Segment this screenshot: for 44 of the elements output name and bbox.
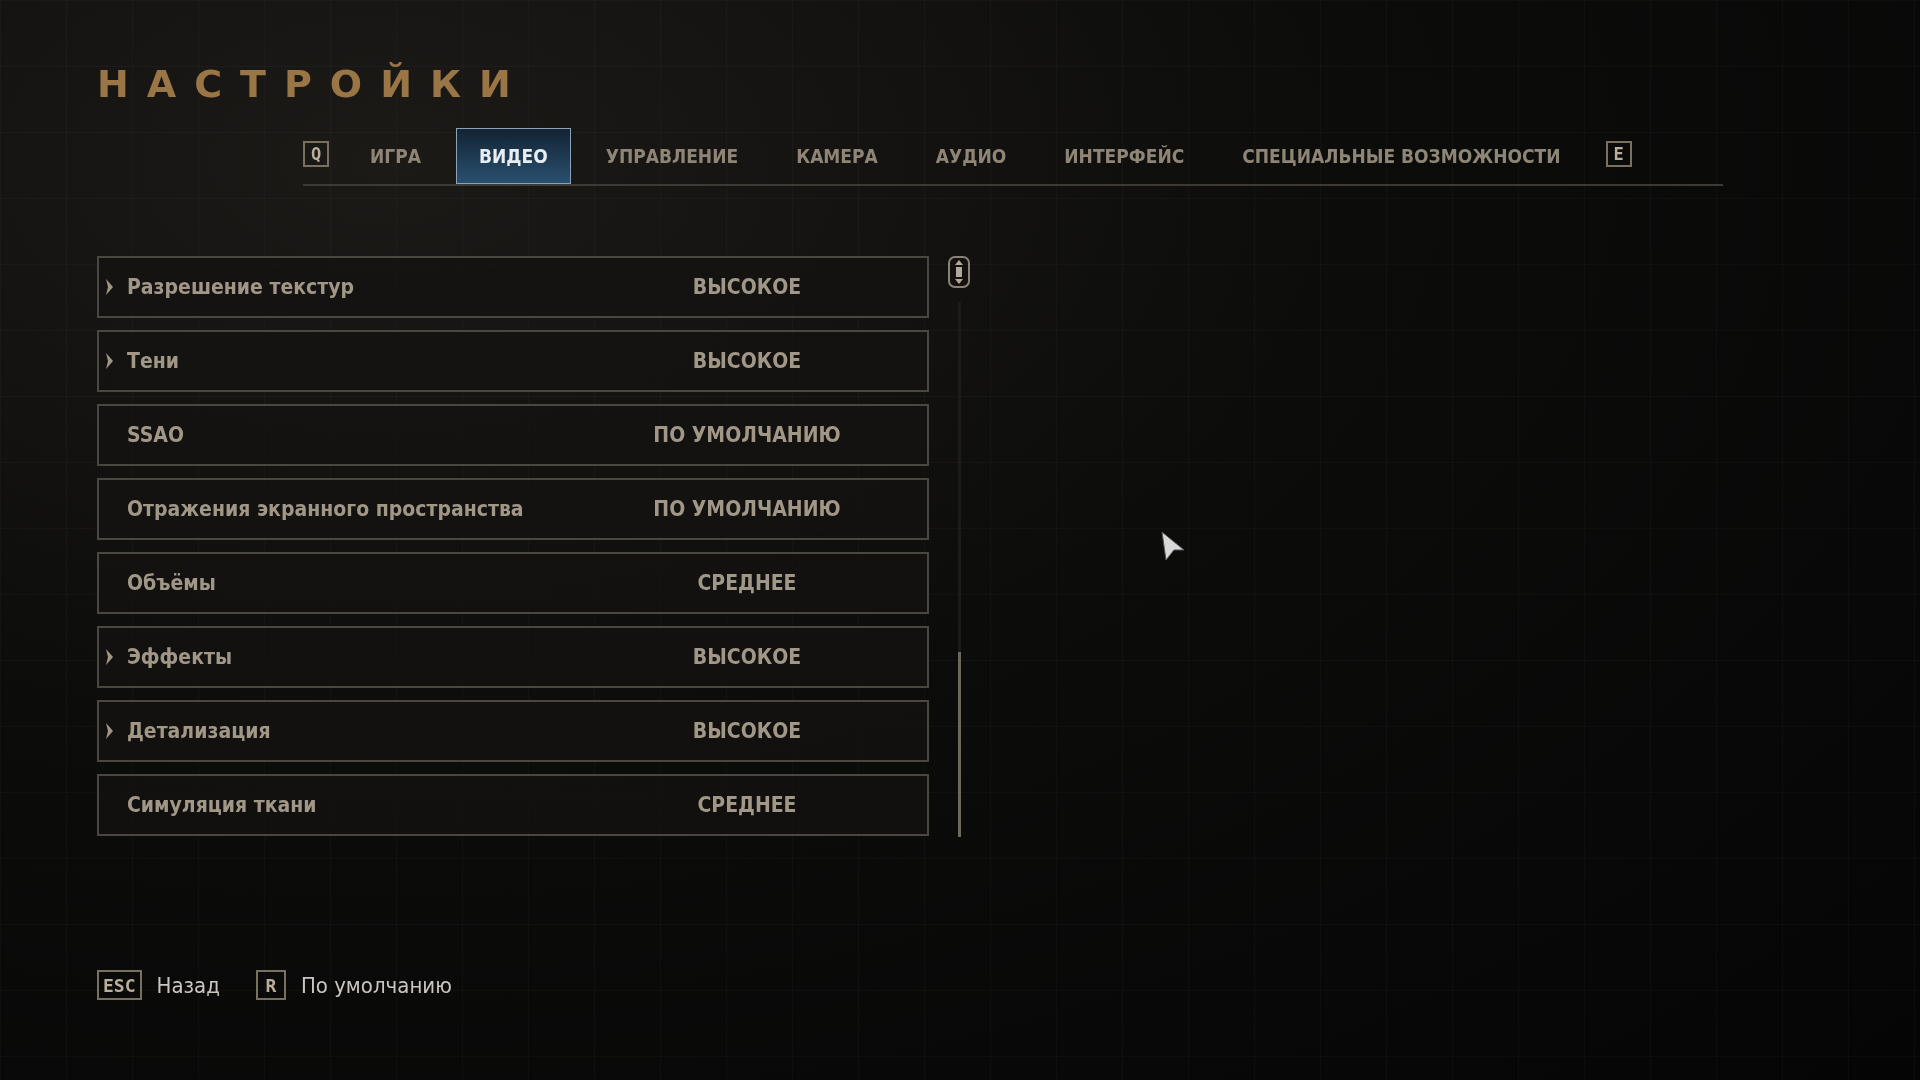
setting-row[interactable]: Симуляция ткани СРЕДНЕЕ (97, 774, 929, 836)
chevron-icon (105, 278, 115, 296)
page-title: НАСТРОЙКИ (97, 62, 529, 106)
hint-label: По умолчанию (300, 972, 452, 998)
setting-label: Эффекты (127, 645, 234, 669)
scrollbar[interactable] (957, 302, 961, 837)
setting-value: ВЫСОКОЕ (691, 719, 803, 743)
setting-value: ПО УМОЛЧАНИЮ (652, 497, 842, 521)
scroll-handle-icon[interactable] (948, 256, 970, 288)
tab[interactable]: ИГРА (347, 128, 444, 184)
setting-label: Разрешение текстур (127, 275, 356, 299)
tab[interactable]: ИНТЕРФЕЙС (1041, 128, 1208, 184)
hint-label: Назад (156, 972, 220, 998)
chevron-icon (105, 722, 115, 740)
tab[interactable]: КАМЕРА (773, 128, 901, 184)
tab[interactable]: ВИДЕО (455, 128, 571, 184)
key-hint[interactable]: E (1605, 141, 1632, 167)
tab[interactable]: АУДИО (912, 128, 1030, 184)
tab[interactable]: СПЕЦИАЛЬНЫЕ ВОЗМОЖНОСТИ (1219, 128, 1584, 184)
setting-row[interactable]: Отражения экранного пространства ПО УМОЛЧАНИЮ (97, 478, 929, 540)
key-hint[interactable]: ESC (97, 970, 142, 1000)
setting-row[interactable]: Детализация ВЫСОКОЕ (97, 700, 929, 762)
setting-row[interactable]: Объёмы СРЕДНЕЕ (97, 552, 929, 614)
setting-label: Объёмы (127, 571, 217, 595)
setting-value: ВЫСОКОЕ (691, 275, 803, 299)
key-hint[interactable]: Q (303, 141, 329, 167)
setting-value: СРЕДНЕЕ (696, 793, 798, 817)
tab[interactable]: УПРАВЛЕНИЕ (582, 128, 762, 184)
setting-row[interactable]: Разрешение текстур ВЫСОКОЕ (97, 256, 929, 318)
setting-label: SSAO (127, 423, 185, 447)
chevron-icon (105, 352, 115, 370)
setting-label: Отражения экранного пространства (127, 497, 525, 521)
setting-row[interactable]: SSAO ПО УМОЛЧАНИЮ (97, 404, 929, 466)
setting-label: Детализация (127, 719, 272, 743)
setting-row[interactable]: Тени ВЫСОКОЕ (97, 330, 929, 392)
setting-value: ВЫСОКОЕ (691, 645, 803, 669)
setting-label: Симуляция ткани (127, 793, 318, 817)
key-hint[interactable]: R (255, 970, 286, 1000)
setting-label: Тени (127, 349, 180, 373)
setting-value: ПО УМОЛЧАНИЮ (652, 423, 842, 447)
chevron-icon (105, 648, 115, 666)
setting-value: ВЫСОКОЕ (691, 349, 803, 373)
setting-row[interactable]: Эффекты ВЫСОКОЕ (97, 626, 929, 688)
setting-value: СРЕДНЕЕ (696, 571, 798, 595)
